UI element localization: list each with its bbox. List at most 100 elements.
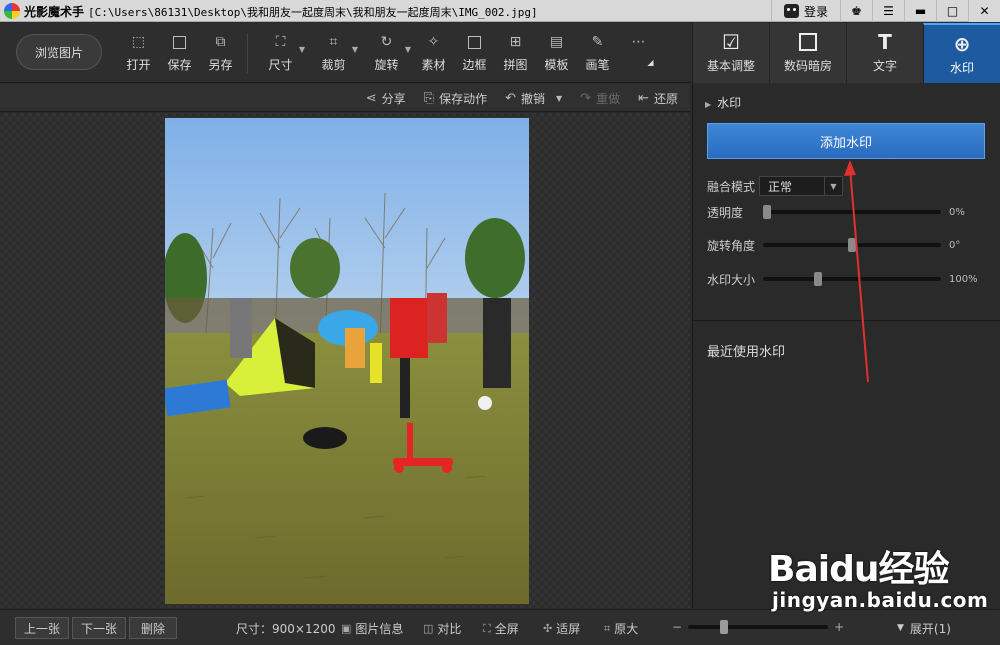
collage-icon: ⊞ [509,34,522,50]
template-tool[interactable]: ▤ 模板 [536,31,577,77]
brush-icon: ✎ [591,34,604,50]
tab-darkroom[interactable]: 数码暗房 [769,23,846,83]
app-logo-icon [4,3,20,19]
save-action-label: 保存动作 [439,91,488,106]
watermark-icon: ⊕ [953,32,971,56]
resize-label: 尺寸 [268,58,293,72]
restore-icon: ⇤ [638,90,649,106]
add-watermark-button[interactable]: 添加水印 [707,123,985,159]
fullscreen-button[interactable]: ⛶ 全屏 [483,620,519,637]
rotate-caret-icon[interactable]: ▼ [405,45,411,54]
blend-mode-select[interactable]: 正常 ▼ [759,176,843,196]
image-info-button[interactable]: ▣ 图片信息 [341,620,403,637]
crop-caret-icon[interactable]: ▼ [352,45,358,54]
brush-tool[interactable]: ✎ 画笔 [577,31,618,77]
template-label: 模板 [544,58,569,72]
next-image-button[interactable]: 下一张 [72,617,126,639]
restore-label: 还原 [653,91,678,106]
save-label: 保存 [167,58,192,72]
maximize-icon: □ [946,4,959,18]
save-action-button[interactable]: ⎘ 保存动作 [424,90,487,107]
photo-preview[interactable] [165,118,529,604]
darkroom-icon [797,31,819,53]
crop-tool[interactable]: ⌗ 裁剪 ▼ [307,31,360,77]
save-as-icon: ⧉ [215,34,226,50]
fit-screen-label: 适屏 [556,622,581,636]
image-canvas[interactable] [0,113,690,608]
browse-images-button[interactable]: 浏览图片 [16,34,102,70]
share-icon: ⋖ [365,90,377,106]
resize-tool[interactable]: ⛶ 尺寸 ▼ [254,31,307,77]
zoom-out-button[interactable]: − [672,620,682,634]
skin-button[interactable]: ♚ [840,0,872,22]
compare-button[interactable]: ◫ 对比 [423,620,461,637]
fullscreen-label: 全屏 [494,622,519,636]
prev-image-button[interactable]: 上一张 [15,617,69,639]
zoom-slider-handle[interactable] [720,620,729,634]
blend-mode-label: 融合模式 [707,179,756,194]
redo-icon: ↷ [580,90,592,106]
minimize-button[interactable]: ▬ [904,0,936,22]
recent-watermarks-label: 最近使用水印 [707,345,786,360]
rotation-slider-handle[interactable] [848,238,856,252]
more-tool[interactable]: ⋯ ◢ [618,31,659,77]
close-button[interactable]: ✕ [968,0,1000,22]
save-tool[interactable]: 保存 [159,31,200,77]
border-icon [466,33,484,51]
undo-dropdown-icon[interactable]: ▼ [556,94,562,103]
save-action-icon: ⎘ [423,90,435,106]
rotation-slider[interactable] [763,238,941,252]
close-icon: ✕ [979,4,990,18]
window-controls: 登录 ♚ ☰ ▬ □ ✕ [770,0,1000,22]
material-tool[interactable]: ✧ 素材 [413,31,454,77]
rotate-tool[interactable]: ↻ 旋转 ▼ [360,31,413,77]
fit-screen-icon: ✣ [543,622,553,635]
opacity-slider-handle[interactable] [763,205,771,219]
original-size-button[interactable]: ⌗ 原大 [604,620,638,637]
more-icon: ⋯ [631,34,646,50]
border-label: 边框 [462,58,487,72]
undo-label: 撤销 [520,91,545,106]
open-label: 打开 [126,58,151,72]
more-caret-icon: ◢ [647,58,654,67]
baidu-jingyan-watermark: Baidu经验 jingyan.baidu.com [768,540,988,612]
zoom-in-button[interactable]: + [834,620,844,634]
delete-button[interactable]: 删除 [129,617,177,639]
maximize-button[interactable]: □ [936,0,968,22]
fit-screen-button[interactable]: ✣ 适屏 [543,620,580,637]
menu-button[interactable]: ☰ [872,0,904,22]
size-slider-handle[interactable] [814,272,822,286]
open-tool[interactable]: ⬚ 打开 [118,31,159,77]
blend-mode-value: 正常 [768,179,793,194]
tab-text-label: 文字 [872,59,897,73]
login-button[interactable]: 登录 [770,0,840,22]
opacity-slider[interactable] [763,205,941,219]
tab-watermark[interactable]: ⊕ 水印 [923,23,1000,83]
baidu-url-text: jingyan.baidu.com [772,588,989,612]
save-as-tool[interactable]: ⧉ 另存 [200,31,241,77]
material-label: 素材 [421,58,446,72]
zoom-slider[interactable] [688,620,829,634]
panel-header[interactable]: ▶ 水印 [705,94,741,111]
share-button[interactable]: ⋖ 分享 [366,90,406,107]
size-value: 100% [949,273,978,285]
save-as-label: 另存 [208,58,233,72]
image-info-icon: ▣ [341,622,352,635]
tab-basic-adjust[interactable]: ☑ 基本调整 [692,23,769,83]
tab-text[interactable]: T 文字 [846,23,923,83]
restore-button[interactable]: ⇤ 还原 [638,90,678,107]
size-label: 水印大小 [707,272,756,287]
rotation-row: 旋转角度 0° [707,235,987,255]
expand-filmstrip-button[interactable]: ▼ 展开(1) [893,617,993,639]
panel-tabs: ☑ 基本调整 数码暗房 T 文字 ⊕ 水印 [692,23,1000,83]
redo-button[interactable]: ↷ 重做 [580,90,620,107]
original-size-icon: ⌗ [604,621,611,635]
image-size-info: 尺寸：900×1200 [236,620,336,637]
undo-button[interactable]: ↶ 撤销 ▼ [505,90,562,107]
collage-tool[interactable]: ⊞ 拼图 [495,31,536,77]
baidu-brand-text: Baidu经验 [768,549,949,590]
original-size-label: 原大 [614,622,639,636]
size-slider[interactable] [763,272,941,286]
border-tool[interactable]: 边框 [454,31,495,77]
resize-caret-icon[interactable]: ▼ [299,45,305,54]
